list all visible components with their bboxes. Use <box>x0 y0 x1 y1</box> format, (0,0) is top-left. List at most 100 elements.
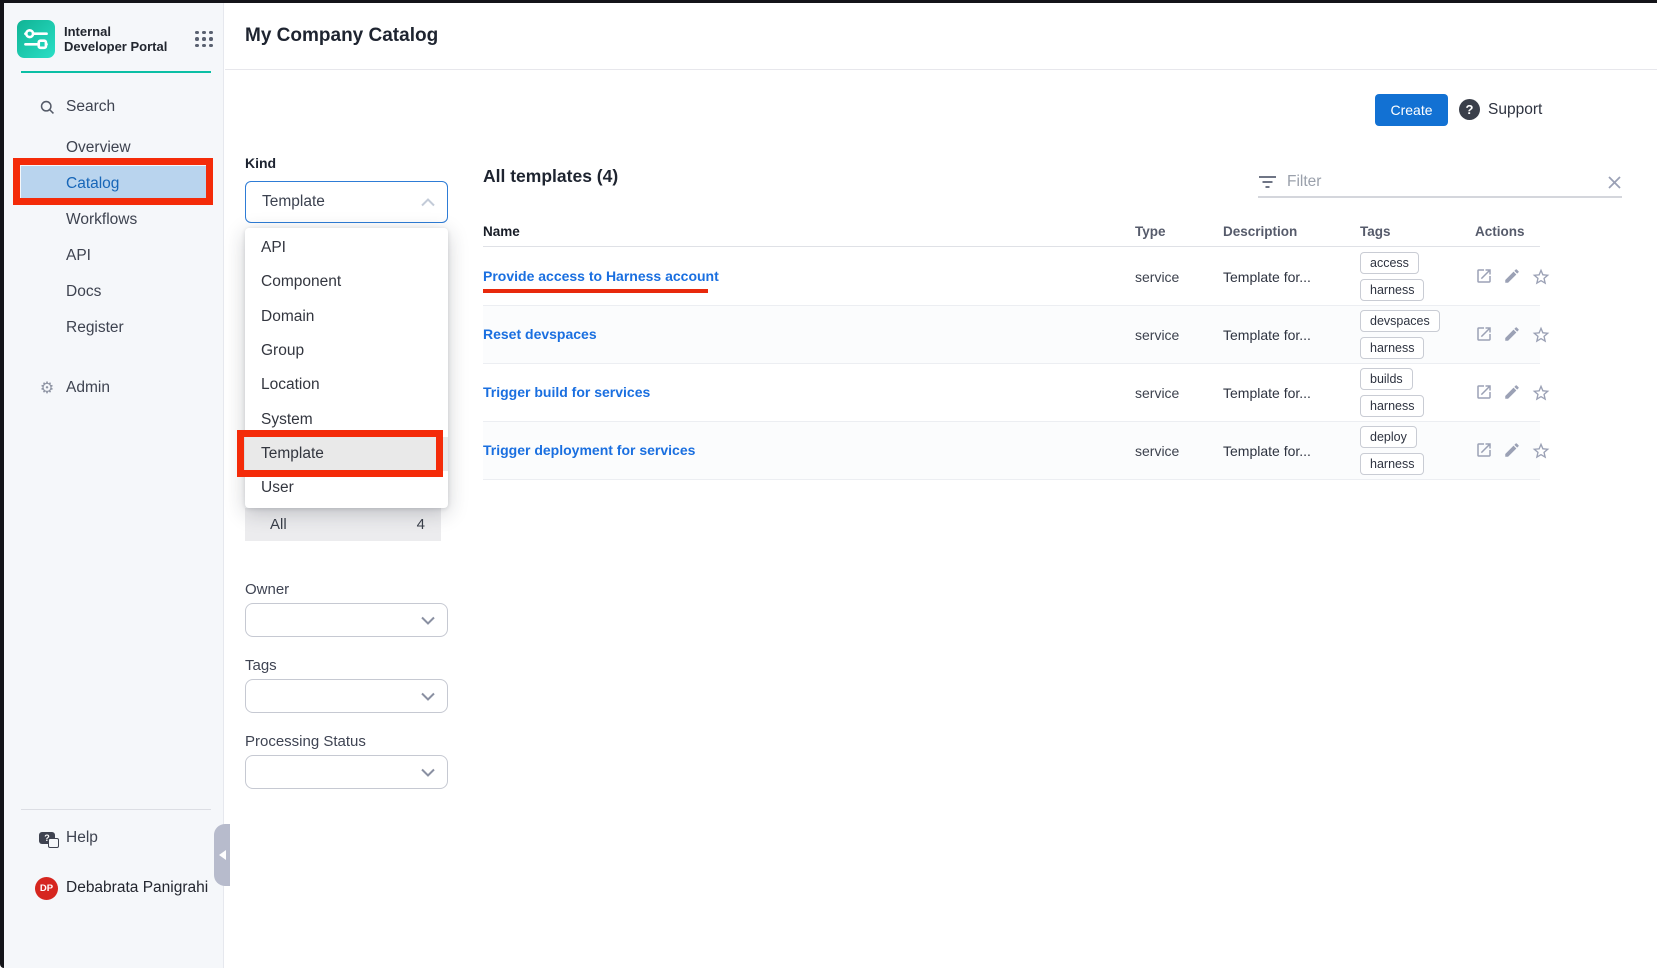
annotation-underline <box>483 289 708 293</box>
tag-chip: harness <box>1360 395 1424 417</box>
sidebar-item-label: Catalog <box>4 175 119 193</box>
cell-tags: devspaces harness <box>1360 310 1475 359</box>
support-button[interactable]: ? Support <box>1459 99 1542 120</box>
open-in-new-icon[interactable] <box>1475 325 1493 345</box>
table-row: Trigger deployment for services serviceTe… <box>483 422 1540 480</box>
processing-status-select[interactable] <box>245 755 448 789</box>
table-filter <box>1258 168 1622 198</box>
sidebar-item-workflows[interactable]: Workflows <box>4 202 224 238</box>
table-row: Provide access to Harness accountservice… <box>483 248 1540 306</box>
chevron-down-icon <box>421 616 435 625</box>
sidebar-item-label: Register <box>4 319 124 337</box>
idp-logo-icon <box>17 20 55 58</box>
sidebar-footer-divider <box>21 809 211 810</box>
star-icon[interactable] <box>1531 383 1551 403</box>
logo-divider <box>21 71 211 73</box>
cell-actions <box>1475 267 1551 287</box>
column-header-actions: Actions <box>1475 224 1540 239</box>
sidebar-item-docs[interactable]: Docs <box>4 274 224 310</box>
user-avatar: DP <box>35 877 58 900</box>
template-link[interactable]: Trigger build for services <box>483 384 650 400</box>
edit-icon[interactable] <box>1503 441 1521 461</box>
sidebar-item-label: Overview <box>4 139 131 157</box>
cell-actions <box>1475 441 1551 461</box>
app-grid-icon[interactable] <box>195 31 213 48</box>
page-title: My Company Catalog <box>245 25 438 47</box>
filter-funnel-icon <box>1258 175 1277 190</box>
open-in-new-icon[interactable] <box>1475 441 1493 461</box>
kind-select[interactable]: Template <box>245 181 448 223</box>
clear-filter-icon[interactable] <box>1607 175 1622 190</box>
gear-icon: ⚙ <box>37 378 57 398</box>
kind-summary-row-all[interactable]: All 4 <box>245 508 441 541</box>
logo-row[interactable]: Internal Developer Portal <box>17 20 213 58</box>
kind-summary-count: 4 <box>417 516 425 533</box>
table-row: Reset devspaces serviceTemplate for...dev… <box>483 306 1540 364</box>
create-button[interactable]: Create <box>1375 94 1448 126</box>
sidebar-item-search[interactable]: Search <box>4 89 224 125</box>
tag-chip: harness <box>1360 453 1424 475</box>
sidebar-item-api[interactable]: API <box>4 238 224 274</box>
search-icon <box>37 97 57 117</box>
owner-filter-label: Owner <box>245 581 289 598</box>
tag-chip: builds <box>1360 368 1413 390</box>
open-in-new-icon[interactable] <box>1475 383 1493 403</box>
template-link[interactable]: Provide access to Harness account <box>483 268 719 284</box>
tag-chip: harness <box>1360 337 1424 359</box>
kind-card-footer <box>245 541 441 557</box>
sidebar-collapse-handle[interactable] <box>214 824 230 886</box>
cell-name: Provide access to Harness account <box>483 268 719 286</box>
kind-option-system[interactable]: System <box>245 402 448 436</box>
question-mark-icon: ? <box>1459 99 1480 120</box>
kind-option-location[interactable]: Location <box>245 368 448 402</box>
cell-tags: builds harness <box>1360 368 1475 417</box>
cell-actions <box>1475 383 1551 403</box>
tags-filter-label: Tags <box>245 657 277 674</box>
cell-name: Trigger build for services <box>483 384 650 402</box>
processing-status-filter-label: Processing Status <box>245 733 366 750</box>
table-header-row: Name Type Description Tags Actions <box>483 216 1540 247</box>
column-header-type: Type <box>1135 224 1223 239</box>
sidebar-item-help[interactable]: ? Help <box>4 820 224 856</box>
cell-name: Trigger deployment for services <box>483 442 695 460</box>
star-icon[interactable] <box>1531 267 1551 287</box>
tags-select[interactable] <box>245 679 448 713</box>
table-body: Provide access to Harness account service… <box>483 248 1540 480</box>
logo-title: Internal Developer Portal <box>64 24 176 54</box>
kind-option-user[interactable]: User <box>245 471 448 505</box>
kind-summary-label: All <box>270 516 287 533</box>
collapse-arrow-icon <box>219 850 226 860</box>
star-icon[interactable] <box>1531 325 1551 345</box>
edit-icon[interactable] <box>1503 325 1521 345</box>
chevron-down-icon <box>421 768 435 777</box>
sidebar-item-catalog[interactable]: Catalog <box>4 166 224 202</box>
help-chat-icon: ? <box>37 828 57 848</box>
cell-description: Template for... <box>1223 443 1360 459</box>
edit-icon[interactable] <box>1503 383 1521 403</box>
kind-option-api[interactable]: API <box>245 231 448 265</box>
sidebar-item-overview[interactable]: Overview <box>4 130 224 166</box>
table-filter-input[interactable] <box>1287 173 1597 191</box>
cell-description: Template for... <box>1223 385 1360 401</box>
sidebar-item-admin[interactable]: ⚙ Admin <box>4 370 224 406</box>
kind-dropdown-menu: APIComponentDomainGroupLocationSystemTem… <box>245 228 448 508</box>
open-in-new-icon[interactable] <box>1475 267 1493 287</box>
template-link[interactable]: Reset devspaces <box>483 326 597 342</box>
table-title: All templates (4) <box>483 166 618 187</box>
edit-icon[interactable] <box>1503 267 1521 287</box>
tag-chip: devspaces <box>1360 310 1440 332</box>
cell-description: Template for... <box>1223 327 1360 343</box>
kind-option-template[interactable]: Template <box>245 437 448 471</box>
star-icon[interactable] <box>1531 441 1551 461</box>
user-profile[interactable]: DP Debabrata Panigrahi <box>4 876 224 900</box>
kind-option-domain[interactable]: Domain <box>245 300 448 334</box>
template-link[interactable]: Trigger deployment for services <box>483 442 695 458</box>
owner-select[interactable] <box>245 603 448 637</box>
kind-option-component[interactable]: Component <box>245 265 448 299</box>
sidebar-item-register[interactable]: Register <box>4 310 224 346</box>
cell-type: service <box>1135 327 1223 343</box>
sidebar-item-label: Workflows <box>4 211 137 229</box>
kind-option-group[interactable]: Group <box>245 334 448 368</box>
cell-type: service <box>1135 443 1223 459</box>
cell-actions <box>1475 325 1551 345</box>
